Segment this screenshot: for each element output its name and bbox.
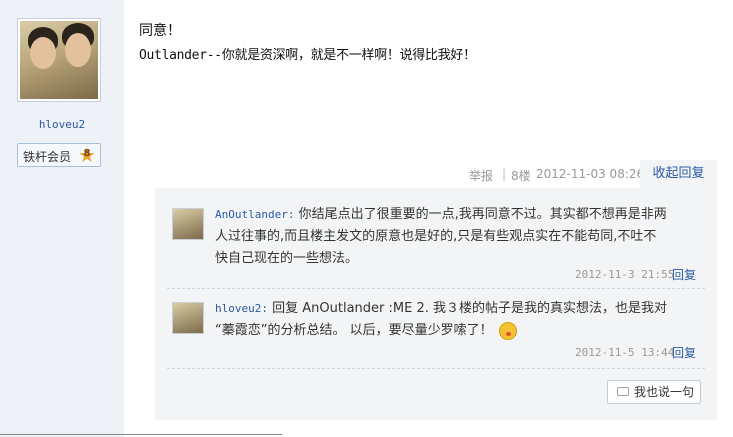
comment-author[interactable]: hloveu2: <box>215 302 268 315</box>
comment-time: 2012-11-5 13:44 <box>575 346 675 359</box>
say-something-button[interactable]: 我也说一句 <box>607 380 701 404</box>
say-button-label: 我也说一句 <box>634 385 695 399</box>
comment-avatar[interactable] <box>172 208 204 240</box>
comment-line: 回复 AnOutlander :ME 2. 我３楼的帖子是我的真实想法，也是我对 <box>272 301 667 316</box>
comment-item: hloveu2: 回复 AnOutlander :ME 2. 我３楼的帖子是我的… <box>215 298 667 342</box>
comment-line: 你结尾点出了很重要的一点,我再同意不过。其实都不想再是非两 <box>298 207 667 222</box>
collapse-reply-button[interactable]: 收起回复 <box>640 160 717 188</box>
comment-avatar[interactable] <box>172 302 204 334</box>
author-avatar[interactable] <box>17 18 101 102</box>
comment-item: AnOutlander: 你结尾点出了很重要的一点,我再同意不过。其实都不想再是… <box>215 204 667 270</box>
badge-label: 铁杆会员 <box>23 150 72 164</box>
author-username[interactable]: hloveu2 <box>0 118 124 131</box>
comment-line: 快自己现在的一些想法。 <box>215 251 359 266</box>
meta-separator: | <box>502 167 507 181</box>
comment-line: 人过往事的,而且楼主发文的原意也是好的,只是有些观点实在不能苟同,不吐不 <box>215 229 657 244</box>
smile-blush-icon <box>498 321 517 340</box>
comment-divider <box>167 288 705 289</box>
floor-number: 8楼 <box>511 169 531 183</box>
comment-line: “蓁霞恋”的分析总结。 以后，要尽量少罗嗦了！ <box>215 323 493 338</box>
post-date: 2012-11-03 08:26 <box>536 167 645 181</box>
badge-level: 8 <box>83 148 91 159</box>
comment-reply-link[interactable]: 回复 <box>672 266 696 283</box>
report-link[interactable]: 举报 <box>469 167 493 184</box>
speech-bubble-icon <box>617 387 629 396</box>
comment-author[interactable]: AnOutlander: <box>215 208 294 221</box>
avatar-photo <box>20 21 98 99</box>
comment-divider <box>167 368 705 369</box>
post-title: 同意！ <box>139 23 181 39</box>
author-panel: hloveu2 铁杆会员 ★ 8 <box>0 0 124 437</box>
member-badge[interactable]: 铁杆会员 ★ 8 <box>17 143 101 167</box>
post-body: Outlander--你就是资深啊，就是不一样啊！说得比我好！ <box>139 48 476 63</box>
comment-list: AnOutlander: 你结尾点出了很重要的一点,我再同意不过。其实都不想再是… <box>155 188 717 420</box>
comment-reply-link[interactable]: 回复 <box>672 344 696 361</box>
comment-time: 2012-11-3 21:55 <box>575 268 675 281</box>
